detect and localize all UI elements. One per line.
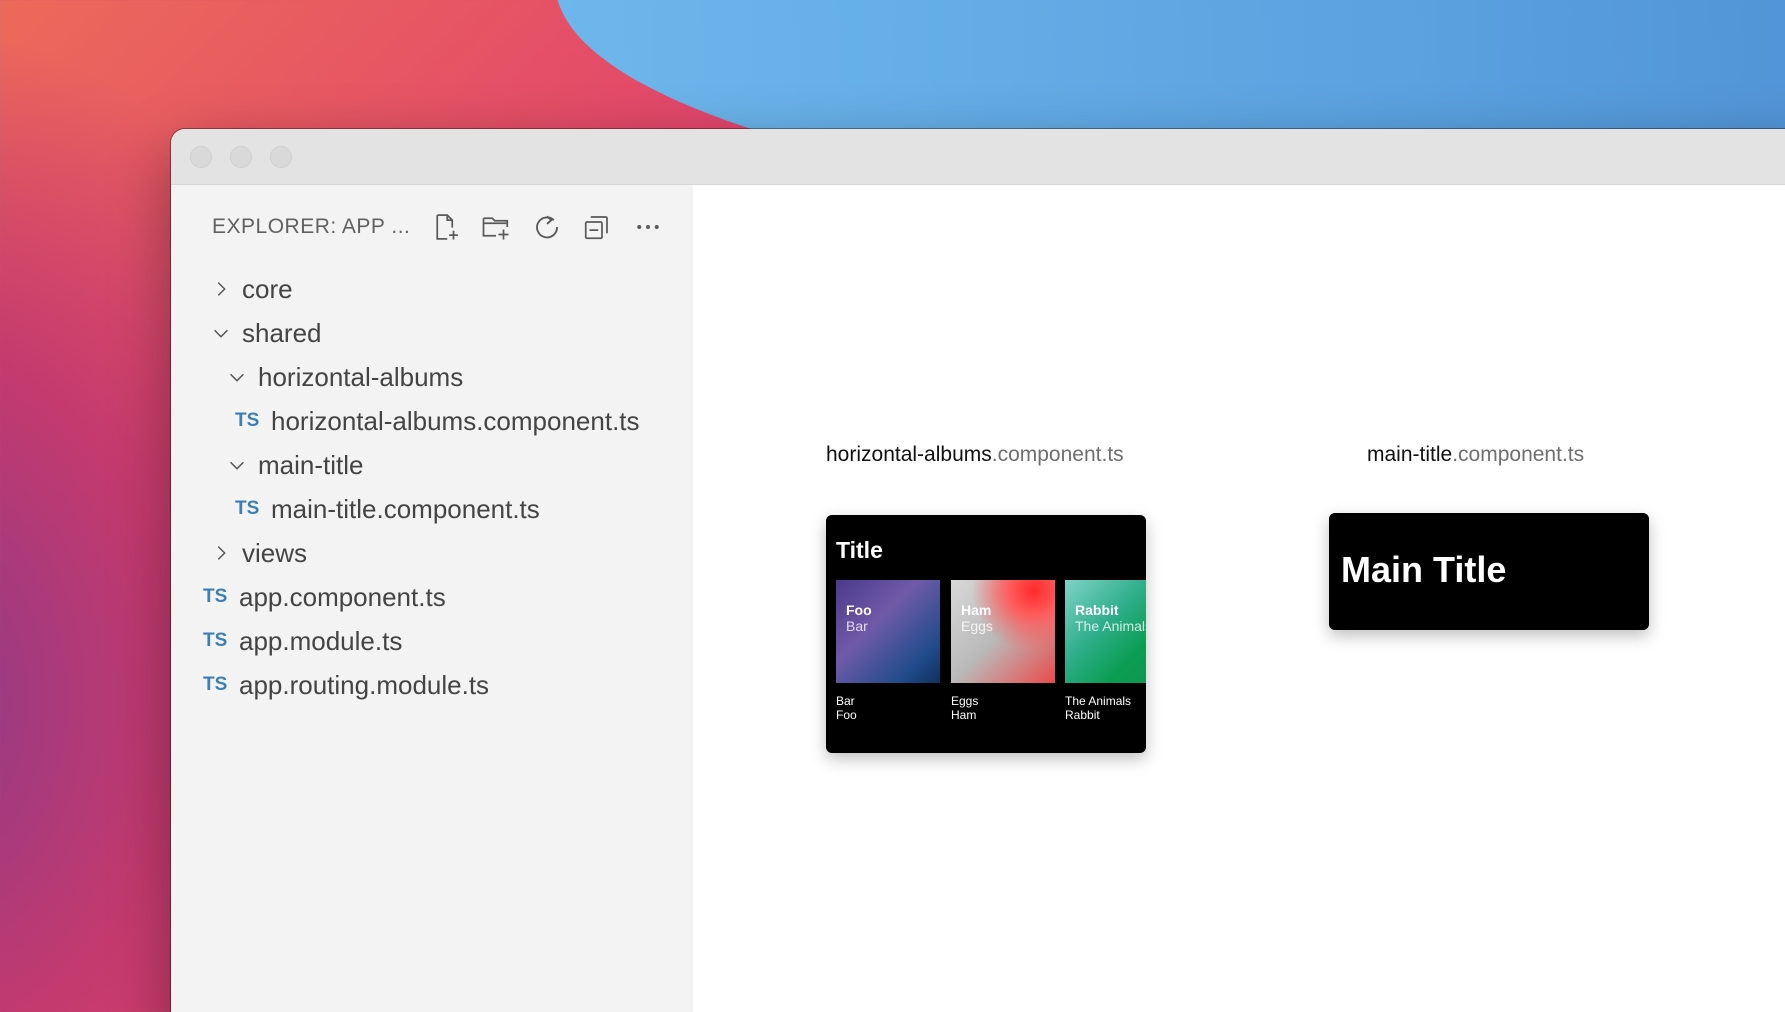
tree-item-label: main-title.component.ts — [271, 493, 540, 524]
album-cover[interactable]: Rabbit The Animals — [1065, 580, 1146, 683]
album-caption: The Animals Rabbit — [1065, 694, 1131, 722]
close-window-button[interactable] — [190, 146, 212, 168]
album-caption: Eggs Ham — [951, 694, 978, 722]
chevron-down-icon — [224, 364, 250, 390]
tree-item-label: views — [242, 537, 308, 568]
chevron-down-icon — [208, 320, 234, 346]
album-cover[interactable]: Foo Bar — [836, 580, 940, 683]
album-cover-title: Rabbit — [1075, 602, 1119, 618]
typescript-icon: TS — [203, 674, 228, 695]
album-caption-line: Foo — [836, 708, 857, 722]
album-caption-line: Eggs — [951, 694, 979, 708]
album-caption-line: Bar — [836, 694, 855, 708]
tree-item-label: main-title — [258, 449, 364, 480]
typescript-icon: TS — [235, 410, 260, 431]
tree-item-horizontal-albums[interactable]: horizontal-albums — [171, 355, 693, 399]
album-cover-subtitle: The Animals — [1075, 618, 1146, 634]
tree-item-main-title-component[interactable]: TS main-title.component.ts — [171, 487, 693, 531]
more-icon[interactable] — [623, 207, 673, 247]
tree-item-label: shared — [242, 317, 322, 348]
albums-file-label: horizontal-albums.component.ts — [826, 443, 1124, 467]
tree-item-app-module[interactable]: TS app.module.ts — [171, 619, 693, 663]
chevron-down-icon — [224, 452, 250, 478]
explorer-sidebar: EXPLORER: APP ... core shared horizontal… — [171, 185, 693, 1012]
typescript-icon: TS — [203, 586, 228, 607]
tree-item-shared[interactable]: shared — [171, 311, 693, 355]
album-caption-line: The Animals — [1065, 694, 1132, 708]
chevron-right-icon — [208, 540, 234, 566]
album-cover-subtitle: Eggs — [961, 618, 993, 634]
file-base-name: main-title — [1367, 443, 1453, 466]
album-cover[interactable]: Ham Eggs — [951, 580, 1055, 683]
tree-item-label: horizontal-albums — [258, 361, 464, 392]
album-cover-title: Foo — [846, 602, 872, 618]
album-caption-line: Ham — [951, 708, 977, 722]
tree-item-label: app.module.ts — [239, 625, 403, 656]
title-bar — [171, 129, 1785, 185]
tree-item-label: app.component.ts — [239, 581, 446, 612]
tree-item-label: app.routing.module.ts — [239, 669, 490, 700]
main-title-file-label: main-title.component.ts — [1367, 443, 1584, 467]
album-cover-title: Ham — [961, 602, 992, 618]
main-title-preview: Main Title — [1329, 513, 1649, 630]
new-file-icon[interactable] — [421, 207, 471, 247]
tree-item-app-routing-module[interactable]: TS app.routing.module.ts — [171, 663, 693, 707]
preview-area: horizontal-albums.component.ts Title Foo… — [693, 185, 1785, 1012]
album-caption-line: Rabbit — [1065, 708, 1100, 722]
chevron-right-icon — [208, 276, 234, 302]
collapse-all-icon[interactable] — [572, 207, 622, 247]
editor-window: EXPLORER: APP ... core shared horizontal… — [171, 129, 1785, 1012]
zoom-window-button[interactable] — [270, 146, 292, 168]
file-extension: .component.ts — [1452, 443, 1585, 466]
refresh-icon[interactable] — [522, 207, 572, 247]
tree-item-core[interactable]: core — [171, 267, 693, 311]
tree-item-horizontal-albums-component[interactable]: TS horizontal-albums.component.ts — [171, 399, 693, 443]
file-base-name: horizontal-albums — [826, 443, 992, 466]
file-tree: core shared horizontal-albums TS horizon… — [171, 267, 693, 707]
new-folder-icon[interactable] — [471, 207, 521, 247]
tree-item-main-title[interactable]: main-title — [171, 443, 693, 487]
tree-item-label: core — [242, 273, 293, 304]
typescript-icon: TS — [203, 630, 228, 651]
album-cover-subtitle: Bar — [846, 618, 868, 634]
typescript-icon: TS — [235, 498, 260, 519]
file-extension: .component.ts — [991, 443, 1124, 466]
explorer-header: EXPLORER: APP ... — [212, 207, 673, 247]
tree-item-views[interactable]: views — [171, 531, 693, 575]
tree-item-app-component[interactable]: TS app.component.ts — [171, 575, 693, 619]
minimize-window-button[interactable] — [230, 146, 252, 168]
albums-card-title: Title — [836, 537, 883, 563]
explorer-title: EXPLORER: APP ... — [212, 215, 411, 238]
main-title-text: Main Title — [1341, 549, 1507, 590]
tree-item-label: horizontal-albums.component.ts — [271, 405, 640, 436]
album-caption: Bar Foo — [836, 694, 857, 722]
horizontal-albums-preview: Title Foo Bar Ham Eggs Rabbit The Animal… — [826, 515, 1146, 753]
